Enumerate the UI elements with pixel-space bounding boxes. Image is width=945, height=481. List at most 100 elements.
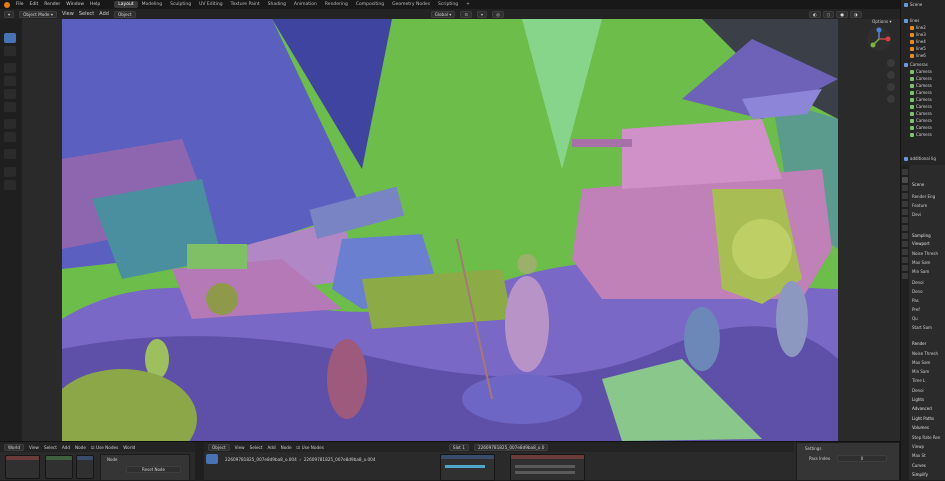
node[interactable]	[45, 455, 73, 479]
menu-select[interactable]: Select	[250, 445, 263, 450]
menu-select[interactable]: Select	[79, 11, 94, 17]
node[interactable]	[440, 454, 495, 481]
solid-shading-button[interactable]: ●	[836, 10, 848, 18]
extrude-icon[interactable]	[4, 167, 16, 177]
pass-index-field[interactable]: 0	[837, 455, 887, 462]
measure-icon[interactable]	[4, 132, 16, 142]
move-icon[interactable]	[4, 63, 16, 73]
orientation-dropdown[interactable]: Global ▾	[430, 10, 456, 18]
list-item[interactable]: line4	[910, 39, 926, 44]
menu-add[interactable]: Add	[268, 445, 276, 450]
node-field[interactable]	[515, 465, 575, 468]
wireframe-shading-button[interactable]: ○	[822, 10, 835, 18]
node-field[interactable]	[515, 471, 575, 474]
menu-view[interactable]: View	[29, 445, 39, 450]
prop-subsection[interactable]: Lights	[912, 397, 924, 402]
pivot-button[interactable]: ⊙	[460, 10, 472, 18]
world-editor-type[interactable]: World	[4, 443, 25, 451]
use-nodes-checkbox[interactable]: ☑ Use Nodes	[91, 445, 118, 450]
physics-tab-icon[interactable]	[902, 249, 908, 255]
use-nodes-checkbox[interactable]: ☑ Use Nodes	[297, 445, 324, 450]
menu-view[interactable]: View	[62, 11, 74, 17]
list-item[interactable]: Camera	[910, 104, 932, 109]
list-item[interactable]: lines	[904, 18, 919, 23]
modifier-tab-icon[interactable]	[902, 233, 908, 239]
list-item[interactable]: line6	[910, 53, 926, 58]
prop-check[interactable]: Denoi	[912, 280, 924, 285]
world-tab-icon[interactable]	[902, 209, 908, 215]
list-item[interactable]: Camera	[910, 97, 932, 102]
node[interactable]	[510, 454, 585, 481]
menu-select[interactable]: Select	[44, 445, 57, 450]
options-dropdown[interactable]: Options ▾	[872, 19, 892, 24]
prop-section[interactable]: Curves	[912, 463, 926, 468]
object-tab-icon[interactable]	[902, 225, 908, 231]
overlay-button[interactable]: ◐	[808, 10, 821, 18]
menu-render[interactable]: Render	[44, 2, 60, 7]
slot-dropdown[interactable]: Slot 1	[448, 443, 469, 451]
list-item[interactable]: Camera	[910, 125, 932, 130]
rotate-icon[interactable]	[4, 76, 16, 86]
tab-texture-paint[interactable]: Texture Paint	[227, 1, 264, 8]
output-tab-icon[interactable]	[902, 185, 908, 191]
particles-tab-icon[interactable]	[902, 241, 908, 247]
transform-icon[interactable]	[4, 102, 16, 112]
list-item[interactable]: Camera	[910, 90, 932, 95]
shader-type-dropdown[interactable]: Object	[208, 443, 230, 451]
pan-hand-icon[interactable]	[887, 71, 895, 79]
menu-view[interactable]: View	[235, 445, 245, 450]
list-item[interactable]: Camera	[910, 118, 932, 123]
prop-subsection[interactable]: Advanced	[912, 406, 932, 411]
menu-node[interactable]: Node	[281, 445, 292, 450]
list-item[interactable]: Camera	[910, 111, 932, 116]
tab-uv-editing[interactable]: UV Editing	[195, 1, 226, 8]
constraints-tab-icon[interactable]	[902, 257, 908, 263]
tab-scripting[interactable]: Scripting	[434, 1, 462, 8]
list-item[interactable]: line3	[910, 32, 926, 37]
proportional-edit-button[interactable]: ◎	[492, 10, 504, 18]
tab-animation[interactable]: Animation	[290, 1, 321, 8]
data-tab-icon[interactable]	[902, 265, 908, 271]
zoom-icon[interactable]	[887, 59, 895, 67]
editor-type-button[interactable]: ▾	[4, 10, 15, 18]
list-item[interactable]: Cameras	[904, 62, 928, 67]
menu-edit[interactable]: Edit	[30, 2, 39, 7]
menu-node[interactable]: Node	[75, 445, 86, 450]
view-layer-tab-icon[interactable]	[902, 193, 908, 199]
inset-icon[interactable]	[4, 180, 16, 190]
tab-modeling[interactable]: Modeling	[138, 1, 166, 8]
prop-section[interactable]: Simplify	[912, 472, 928, 477]
3d-viewport[interactable]	[62, 19, 838, 441]
mode-dropdown[interactable]: Object Mode ▾	[19, 10, 57, 18]
prop-section[interactable]: Volumes	[912, 425, 929, 430]
prop-subsection[interactable]: Viewport	[912, 241, 930, 246]
collection-tab-icon[interactable]	[902, 217, 908, 223]
prop-subsection[interactable]: Render	[912, 341, 926, 346]
snap-button[interactable]: ⌖	[476, 10, 488, 18]
menu-file[interactable]: File	[16, 2, 24, 7]
node[interactable]	[5, 455, 40, 479]
annotate-icon[interactable]	[4, 119, 16, 129]
camera-view-icon[interactable]	[887, 83, 895, 91]
prop-section[interactable]: Sampling	[912, 233, 931, 238]
tab-sculpting[interactable]: Sculpting	[166, 1, 195, 8]
add-cube-icon[interactable]	[4, 149, 16, 159]
list-item[interactable]: Camera	[910, 69, 932, 74]
material-shading-button[interactable]: ◑	[849, 10, 862, 18]
reset-node-button[interactable]: Reset Node	[126, 466, 181, 473]
menu-object[interactable]: Object	[113, 10, 136, 18]
list-item[interactable]: additional lig	[904, 156, 936, 161]
material-selector[interactable]: 22609781825_007e8d9ba8_o.0	[473, 443, 549, 451]
list-item[interactable]: Camera	[910, 132, 932, 137]
node-slider[interactable]	[445, 465, 485, 468]
cursor-icon[interactable]	[4, 46, 16, 56]
render-tab-icon[interactable]	[902, 177, 908, 183]
scene-tab-icon[interactable]	[902, 201, 908, 207]
menu-help[interactable]: Help	[90, 2, 100, 7]
menu-add[interactable]: Add	[62, 445, 70, 450]
breadcrumb-item[interactable]: 22609781825_007e8d9ba8_o.004	[225, 457, 297, 462]
select-box-icon[interactable]	[4, 33, 16, 43]
node[interactable]	[76, 455, 94, 479]
list-item[interactable]: line2	[910, 25, 926, 30]
blender-logo-icon[interactable]	[4, 1, 10, 8]
